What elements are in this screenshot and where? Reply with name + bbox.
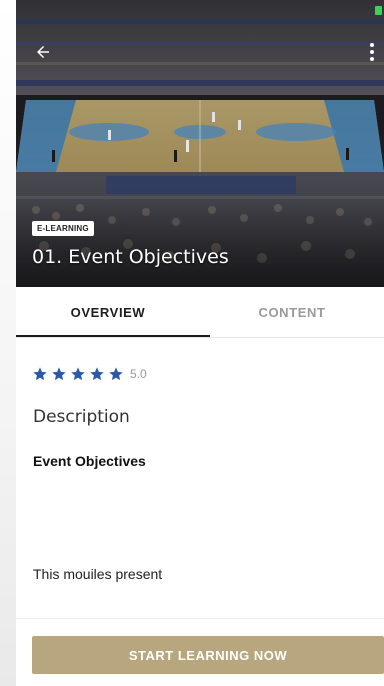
star-icon	[33, 367, 47, 381]
course-title: 01. Event Objectives	[32, 246, 229, 268]
more-vert-icon-dot	[370, 43, 374, 47]
description-heading: Description	[33, 407, 130, 427]
more-vert-icon-dot	[370, 57, 374, 61]
status-indicator	[375, 6, 382, 15]
back-button[interactable]	[31, 40, 55, 64]
active-tab-indicator	[16, 335, 210, 337]
divider	[16, 618, 384, 619]
star-icon	[52, 367, 66, 381]
start-learning-button[interactable]: START LEARNING NOW	[32, 636, 384, 674]
tab-bar: OVERVIEW CONTENT	[16, 287, 384, 338]
star-icon	[90, 367, 104, 381]
rating: 5.0	[32, 366, 147, 382]
content-panel: OVERVIEW CONTENT 5.0 Description Event O…	[16, 287, 384, 686]
description-subtitle: Event Objectives	[33, 453, 146, 469]
tab-overview[interactable]: OVERVIEW	[16, 287, 200, 337]
description-body: This mouiles present	[33, 566, 163, 582]
rating-value: 5.0	[130, 367, 147, 381]
star-icon	[109, 367, 123, 381]
tab-content[interactable]: CONTENT	[200, 287, 384, 337]
hero-image	[16, 0, 384, 287]
category-badge: E-LEARNING	[32, 221, 94, 236]
more-options-button[interactable]	[364, 40, 380, 64]
left-gutter	[0, 0, 16, 686]
star-icon	[71, 367, 85, 381]
arrow-left-icon	[37, 46, 49, 58]
more-vert-icon-dot	[370, 50, 374, 54]
